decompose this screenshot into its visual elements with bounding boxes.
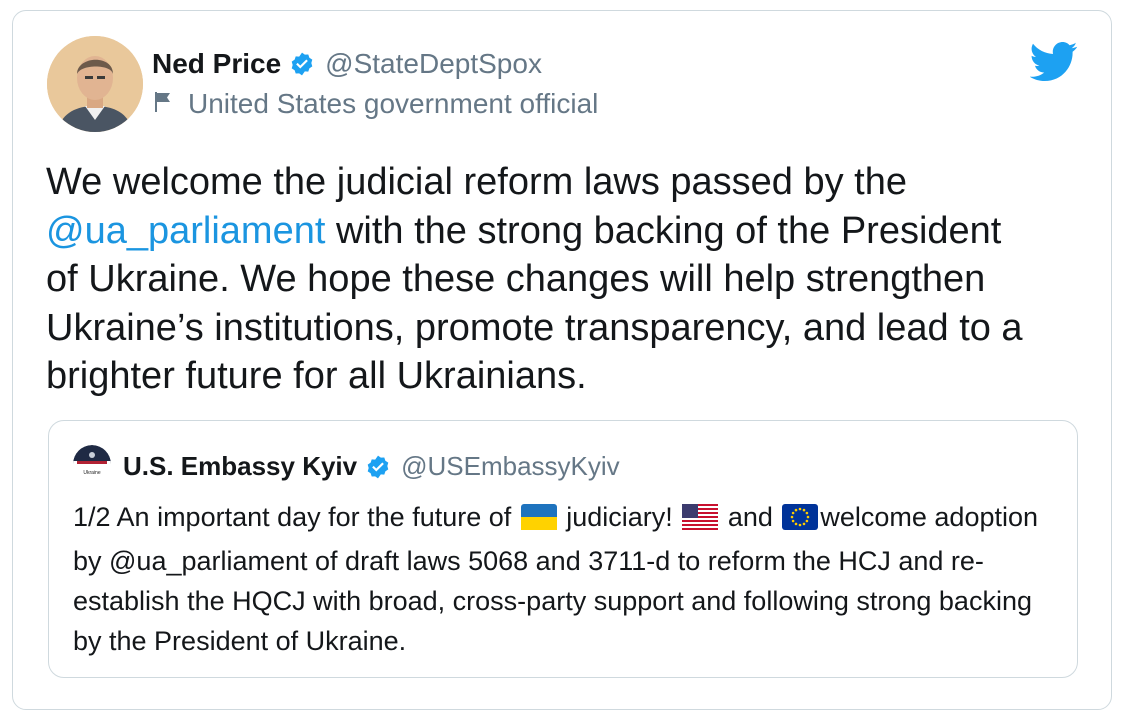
parliament-mention-link[interactable]: @ua_parliament [46,210,325,252]
author-handle[interactable]: @StateDeptSpox [325,48,542,80]
eu-flag-icon [782,501,819,541]
verified-badge-icon [365,454,391,480]
tweet-text-line2: with the strong backing of the President [325,209,1002,252]
author-name-row: Ned Price @StateDeptSpox [152,48,542,80]
embassy-avatar[interactable]: Ukraine [73,445,111,483]
quoted-author-handle[interactable]: @USEmbassyKyiv [401,451,620,482]
quoted-name-row: U.S. Embassy Kyiv @USEmbassyKyiv [123,451,620,482]
government-label-text: United States government official [188,88,599,119]
twitter-bird-icon[interactable] [1029,42,1078,87]
flag-icon [152,90,176,119]
us-flag-icon [682,501,719,541]
author-avatar[interactable] [47,36,143,132]
quoted-author-name[interactable]: U.S. Embassy Kyiv [123,451,357,482]
tweet-text-rest: of Ukraine. We hope these changes will h… [46,258,1023,397]
quoted-tweet[interactable]: Ukraine U.S. Embassy Kyiv @USEmbassyKyiv… [48,420,1078,678]
tweet-text-line1: We welcome the judicial reform laws pass… [46,161,908,203]
government-label: United States government official [152,88,598,120]
ukraine-flag-icon [520,501,557,541]
quoted-tweet-text: 1/2 An important day for the future of j… [73,497,1053,661]
quoted-text-part3: and [720,502,781,532]
quoted-text-part2: judiciary! [558,502,681,532]
embassy-avatar-text: Ukraine [83,470,100,476]
author-name[interactable]: Ned Price [152,48,281,80]
verified-badge-icon [289,51,315,77]
tweet-text: We welcome the judicial reform laws pass… [46,158,1086,401]
quoted-text-part1: 1/2 An important day for the future of [73,502,519,532]
